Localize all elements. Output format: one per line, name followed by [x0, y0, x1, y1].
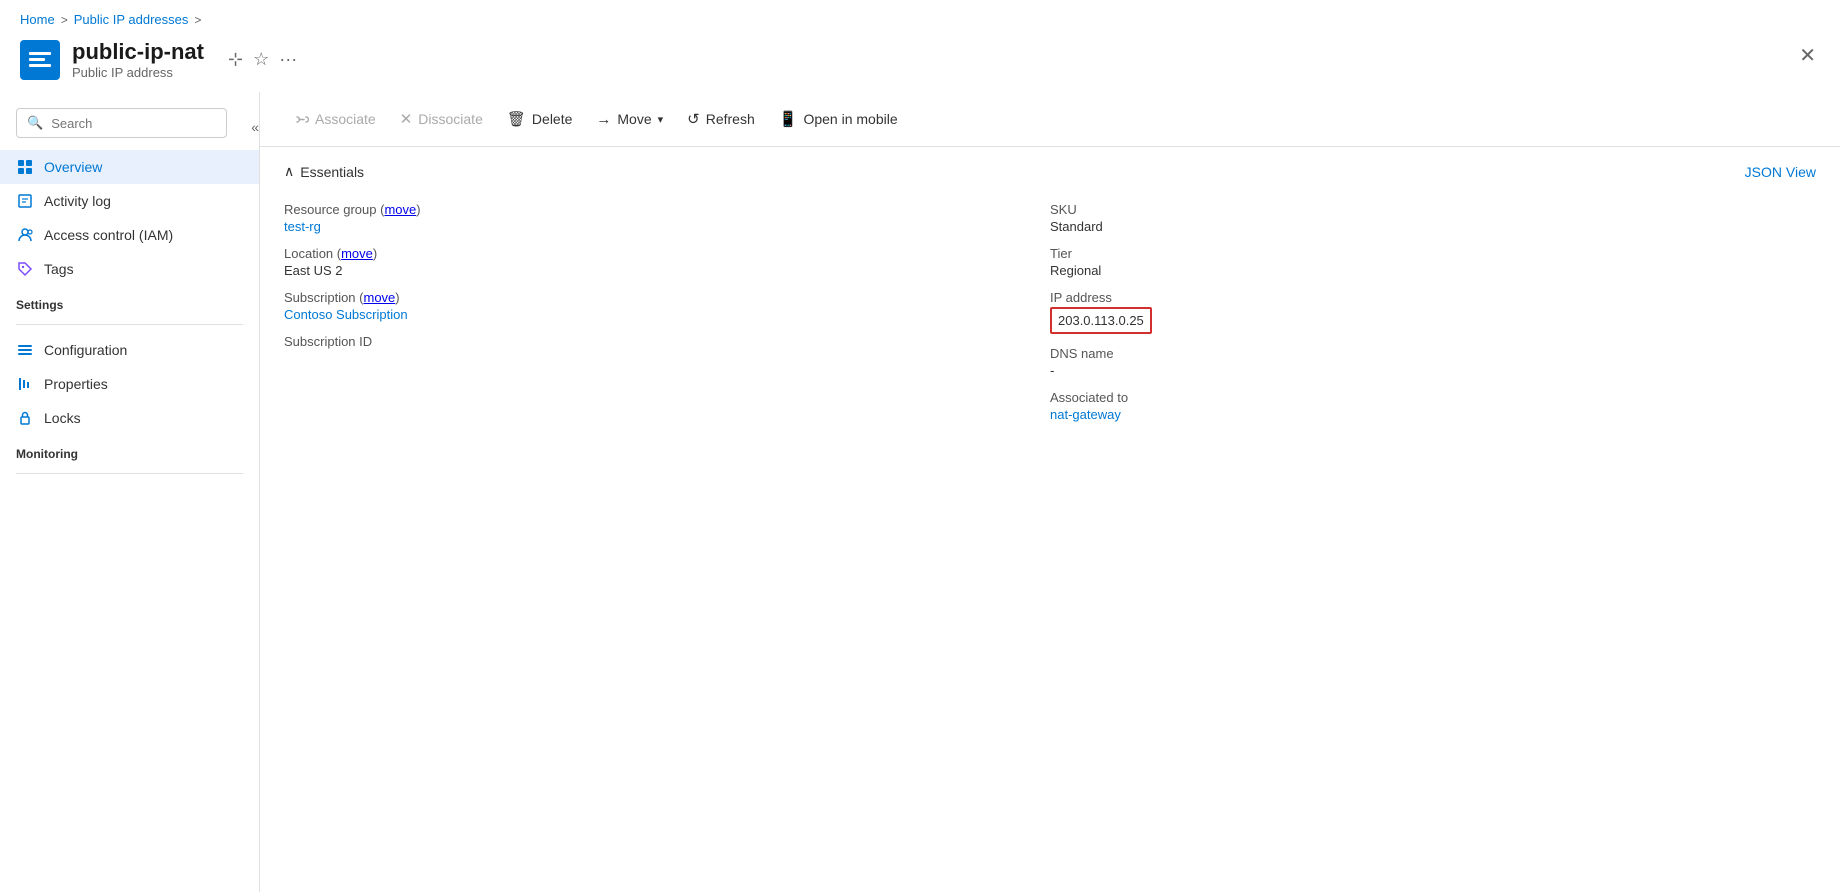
breadcrumb: Home > Public IP addresses > — [0, 0, 1840, 31]
sidebar-item-properties-label: Properties — [44, 376, 108, 392]
field-dns-name: DNS name - — [1050, 340, 1816, 384]
associated-to-label: Associated to — [1050, 390, 1816, 405]
sidebar-item-configuration-label: Configuration — [44, 342, 127, 358]
resource-group-move-link[interactable]: move — [384, 202, 416, 217]
essentials-toggle[interactable]: ∧ Essentials — [284, 163, 364, 180]
dissociate-label: Dissociate — [418, 111, 483, 127]
settings-divider — [16, 324, 243, 325]
field-sku: SKU Standard — [1050, 196, 1816, 240]
tier-label: Tier — [1050, 246, 1816, 261]
move-button[interactable]: → Move ▾ — [586, 105, 673, 134]
essentials-left-col: Resource group (move) test-rg Location (… — [284, 196, 1050, 428]
sidebar-item-activity-log[interactable]: Activity log — [0, 184, 259, 218]
resource-header: public-ip-nat Public IP address ⊹ ☆ ··· … — [0, 31, 1840, 92]
sidebar-item-overview-label: Overview — [44, 159, 102, 175]
move-chevron-icon: ▾ — [658, 113, 664, 126]
search-icon: 🔍 — [27, 115, 43, 131]
pin-icon[interactable]: ⊹ — [228, 49, 243, 70]
field-resource-group: Resource group (move) test-rg — [284, 196, 1050, 240]
collapse-sidebar-button[interactable]: « — [251, 119, 259, 135]
breadcrumb-sep1: > — [61, 13, 68, 27]
move-icon: → — [596, 111, 611, 128]
delete-button[interactable]: 🗑 Delete — [497, 104, 583, 134]
open-mobile-button[interactable]: 📱 Open in mobile — [769, 104, 908, 134]
sku-label: SKU — [1050, 202, 1816, 217]
sidebar-item-iam[interactable]: Access control (IAM) — [0, 218, 259, 252]
more-icon[interactable]: ··· — [279, 49, 297, 70]
sidebar-item-tags[interactable]: Tags — [0, 252, 259, 286]
locks-icon — [16, 409, 34, 427]
field-subscription: Subscription (move) Contoso Subscription — [284, 284, 1050, 328]
mobile-icon: 📱 — [779, 110, 798, 128]
sidebar: 🔍 « Overview — [0, 92, 260, 892]
monitoring-section-label: Monitoring — [0, 435, 259, 465]
associate-button[interactable]: Associate — [284, 105, 386, 134]
settings-section-label: Settings — [0, 286, 259, 316]
tier-value: Regional — [1050, 263, 1816, 278]
overview-icon — [16, 158, 34, 176]
resource-icon — [20, 40, 60, 80]
field-associated-to: Associated to nat-gateway — [1050, 384, 1816, 428]
field-ip-address: IP address 203.0.113.0.25 — [1050, 284, 1816, 340]
essentials-label: Essentials — [300, 164, 364, 180]
field-location: Location (move) East US 2 — [284, 240, 1050, 284]
field-subscription-id: Subscription ID — [284, 328, 1050, 357]
tags-icon — [16, 260, 34, 278]
essentials-grid: Resource group (move) test-rg Location (… — [284, 196, 1816, 428]
search-input[interactable] — [51, 116, 216, 131]
essentials-right-col: SKU Standard Tier Regional IP address 20… — [1050, 196, 1816, 428]
close-button[interactable]: ✕ — [1795, 39, 1820, 72]
content-area: Associate ✕ Dissociate 🗑 Delete → Move ▾… — [260, 92, 1840, 892]
sidebar-item-activity-label: Activity log — [44, 193, 111, 209]
sidebar-item-configuration[interactable]: Configuration — [0, 333, 259, 367]
delete-label: Delete — [532, 111, 572, 127]
sidebar-item-locks[interactable]: Locks — [0, 401, 259, 435]
associate-label: Associate — [315, 111, 376, 127]
dns-name-label: DNS name — [1050, 346, 1816, 361]
json-view-link[interactable]: JSON View — [1745, 164, 1816, 180]
toolbar: Associate ✕ Dissociate 🗑 Delete → Move ▾… — [260, 92, 1840, 147]
sidebar-item-locks-label: Locks — [44, 410, 81, 426]
essentials-area: ∧ Essentials JSON View Resource group (m… — [260, 147, 1840, 444]
breadcrumb-sep2: > — [194, 13, 201, 27]
sidebar-item-tags-label: Tags — [44, 261, 74, 277]
configuration-icon — [16, 341, 34, 359]
refresh-icon: ↺ — [687, 110, 700, 128]
ip-address-label: IP address — [1050, 290, 1816, 305]
sku-value: Standard — [1050, 219, 1816, 234]
location-value: East US 2 — [284, 263, 1050, 278]
properties-icon — [16, 375, 34, 393]
resource-name: public-ip-nat — [72, 39, 204, 65]
associated-to-value[interactable]: nat-gateway — [1050, 407, 1121, 422]
subscription-id-label: Subscription ID — [284, 334, 1050, 349]
favorite-icon[interactable]: ☆ — [253, 49, 269, 70]
refresh-button[interactable]: ↺ Refresh — [677, 104, 765, 134]
resource-group-value[interactable]: test-rg — [284, 219, 321, 234]
dissociate-icon: ✕ — [400, 110, 413, 128]
move-label: Move — [617, 111, 651, 127]
associate-icon — [294, 111, 309, 128]
field-tier: Tier Regional — [1050, 240, 1816, 284]
monitoring-divider — [16, 473, 243, 474]
dissociate-button[interactable]: ✕ Dissociate — [390, 104, 493, 134]
ip-address-value: 203.0.113.0.25 — [1050, 307, 1152, 334]
subscription-value[interactable]: Contoso Subscription — [284, 307, 408, 322]
open-mobile-label: Open in mobile — [803, 111, 897, 127]
location-move-link[interactable]: move — [341, 246, 373, 261]
sidebar-item-overview[interactable]: Overview — [0, 150, 259, 184]
refresh-label: Refresh — [706, 111, 755, 127]
subscription-move-link[interactable]: move — [363, 290, 395, 305]
iam-icon — [16, 226, 34, 244]
sidebar-item-properties[interactable]: Properties — [0, 367, 259, 401]
essentials-chevron-icon: ∧ — [284, 163, 294, 180]
sidebar-item-iam-label: Access control (IAM) — [44, 227, 173, 243]
dns-name-value: - — [1050, 363, 1816, 378]
activity-log-icon — [16, 192, 34, 210]
breadcrumb-parent[interactable]: Public IP addresses — [74, 12, 189, 27]
breadcrumb-home[interactable]: Home — [20, 12, 55, 27]
delete-icon: 🗑 — [507, 110, 526, 128]
resource-type: Public IP address — [72, 65, 204, 80]
